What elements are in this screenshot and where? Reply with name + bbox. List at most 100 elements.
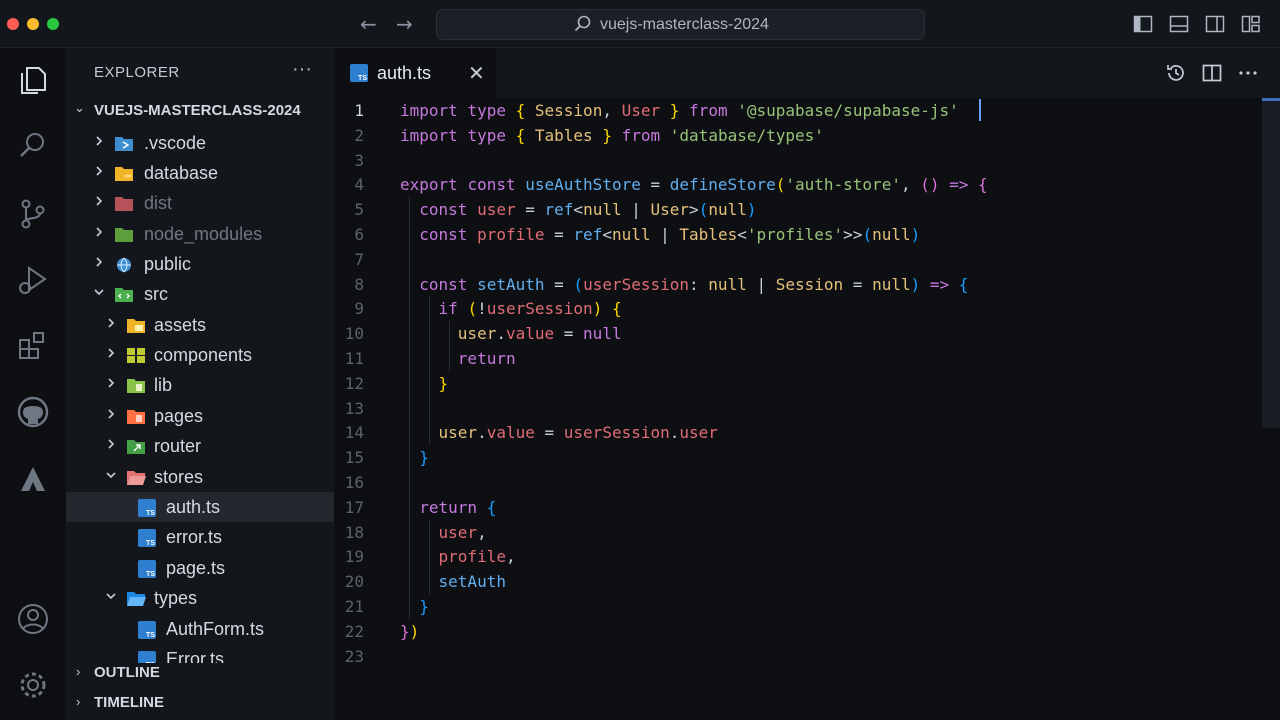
- forward-arrow-icon[interactable]: →: [396, 12, 413, 36]
- run-debug-icon[interactable]: [15, 262, 51, 298]
- tree-item-label: router: [154, 436, 202, 456]
- tree-item-page-ts[interactable]: TS page.ts: [66, 553, 334, 583]
- line-number: 10: [344, 324, 364, 344]
- project-folder[interactable]: ⌄ VUEJS-MASTERCLASS-2024: [66, 98, 334, 124]
- timeline-title: TIMELINE: [94, 694, 164, 711]
- explorer-header: EXPLORER: [94, 64, 180, 81]
- editor-scrollbar[interactable]: [1262, 98, 1280, 428]
- command-center-search[interactable]: vuejs-masterclass-2024: [436, 9, 925, 40]
- line-number: 2: [354, 125, 364, 145]
- code-line[interactable]: user.value = null: [400, 321, 622, 346]
- code-line[interactable]: export const useAuthStore = defineStore(…: [400, 172, 988, 197]
- tree-item-src[interactable]: src: [66, 279, 334, 309]
- line-number: 14: [344, 423, 364, 443]
- toggle-secondary-sidebar-icon[interactable]: [1205, 14, 1225, 34]
- deploy-icon[interactable]: [15, 462, 51, 498]
- github-icon[interactable]: [15, 394, 51, 430]
- chevron-right-icon: [108, 348, 115, 358]
- scrollbar-cursor-marker: [1262, 98, 1280, 101]
- tree-item-vscode[interactable]: .vscode: [66, 128, 334, 158]
- line-number: 19: [344, 547, 364, 567]
- line-number: 18: [344, 522, 364, 542]
- code-line[interactable]: user,: [400, 520, 487, 545]
- chevron-right-icon: [96, 136, 103, 146]
- back-arrow-icon[interactable]: ←: [360, 12, 377, 36]
- tree-item-components[interactable]: components: [66, 340, 334, 370]
- source-control-icon[interactable]: [15, 196, 51, 232]
- timeline-history-icon[interactable]: [1165, 62, 1187, 84]
- account-icon[interactable]: [15, 601, 51, 637]
- tree-item-assets[interactable]: assets: [66, 310, 334, 340]
- search-icon[interactable]: [15, 128, 51, 164]
- code-editor[interactable]: 1 import type { Session, User } from '@su…: [334, 98, 1280, 720]
- tree-item-error-ts[interactable]: TS error.ts: [66, 522, 334, 552]
- tree-item-node-modules[interactable]: node_modules: [66, 219, 334, 249]
- code-line[interactable]: }): [400, 619, 419, 644]
- typescript-file-icon: TS: [138, 499, 156, 517]
- tree-item-label: page.ts: [166, 558, 226, 578]
- code-line[interactable]: }: [400, 594, 429, 619]
- settings-gear-icon[interactable]: [15, 667, 51, 703]
- tree-item-stores[interactable]: stores: [66, 462, 334, 492]
- toggle-panel-icon[interactable]: [1169, 14, 1189, 34]
- close-tab-icon[interactable]: ✕: [468, 61, 485, 86]
- code-line[interactable]: }: [400, 371, 449, 396]
- tree-item-lib[interactable]: lib: [66, 370, 334, 400]
- line-number: 8: [354, 274, 364, 294]
- line-number: 9: [354, 299, 364, 319]
- chevron-right-icon: [96, 196, 103, 206]
- line-number: 17: [344, 497, 364, 517]
- project-name: VUEJS-MASTERCLASS-2024: [94, 102, 301, 119]
- toggle-primary-sidebar-icon[interactable]: [1133, 14, 1153, 34]
- more-actions-icon[interactable]: [1237, 62, 1259, 84]
- src-folder-icon: [115, 288, 133, 302]
- code-line[interactable]: return: [400, 346, 516, 371]
- code-line[interactable]: import type { Tables } from 'database/ty…: [400, 123, 824, 148]
- code-line[interactable]: const user = ref<null | User>(null): [400, 197, 756, 222]
- chevron-right-icon: [96, 257, 103, 267]
- tree-item-label: public: [144, 254, 192, 274]
- assets-folder-icon: [127, 319, 145, 333]
- line-number: 3: [354, 150, 364, 170]
- code-line[interactable]: return {: [400, 495, 496, 520]
- maximize-window-button[interactable]: [47, 18, 59, 30]
- chevron-right-icon: [108, 409, 115, 419]
- timeline-section[interactable]: › TIMELINE: [66, 690, 334, 716]
- tree-item-types[interactable]: types: [66, 583, 334, 613]
- tree-item-public[interactable]: public: [66, 249, 334, 279]
- code-line[interactable]: setAuth: [400, 569, 506, 594]
- close-window-button[interactable]: [7, 18, 19, 30]
- code-line[interactable]: import type { Session, User } from '@sup…: [400, 98, 959, 123]
- extensions-icon[interactable]: [15, 328, 51, 364]
- customize-layout-icon[interactable]: [1241, 14, 1261, 34]
- code-line[interactable]: user.value = userSession.user: [400, 420, 718, 445]
- line-number: 6: [354, 225, 364, 244]
- explorer-icon[interactable]: [15, 62, 51, 98]
- line-number: 15: [344, 448, 364, 468]
- tree-item-pages[interactable]: pages: [66, 401, 334, 431]
- tree-item-authform-ts[interactable]: TS AuthForm.ts: [66, 614, 334, 644]
- outline-section[interactable]: › OUTLINE: [66, 660, 334, 686]
- tree-item-dist[interactable]: dist: [66, 188, 334, 218]
- split-editor-icon[interactable]: [1201, 62, 1223, 84]
- node-folder-icon: [115, 228, 133, 242]
- code-line[interactable]: }: [400, 445, 429, 470]
- chevron-right-icon: [108, 318, 115, 328]
- tree-item-auth-ts[interactable]: TS auth.ts: [66, 492, 334, 522]
- line-number: 13: [344, 398, 364, 418]
- tab-auth-ts[interactable]: TS auth.ts ✕: [334, 48, 496, 98]
- tree-item-router[interactable]: router: [66, 431, 334, 461]
- code-line[interactable]: if (!userSession) {: [400, 296, 622, 321]
- chevron-right-icon: [96, 227, 103, 237]
- chevron-right-icon: ›: [76, 694, 81, 709]
- minimize-window-button[interactable]: [27, 18, 39, 30]
- code-line[interactable]: profile,: [400, 544, 516, 569]
- tree-item-database[interactable]: database: [66, 158, 334, 188]
- text-cursor: [979, 99, 981, 121]
- line-number: 21: [344, 597, 364, 616]
- code-line[interactable]: const setAuth = (userSession: null | Ses…: [400, 272, 968, 297]
- tree-item-label: stores: [154, 467, 204, 487]
- more-actions-button[interactable]: ···: [292, 58, 312, 81]
- tree-item-label: lib: [154, 375, 173, 395]
- code-line[interactable]: const profile = ref<null | Tables<'profi…: [400, 222, 920, 247]
